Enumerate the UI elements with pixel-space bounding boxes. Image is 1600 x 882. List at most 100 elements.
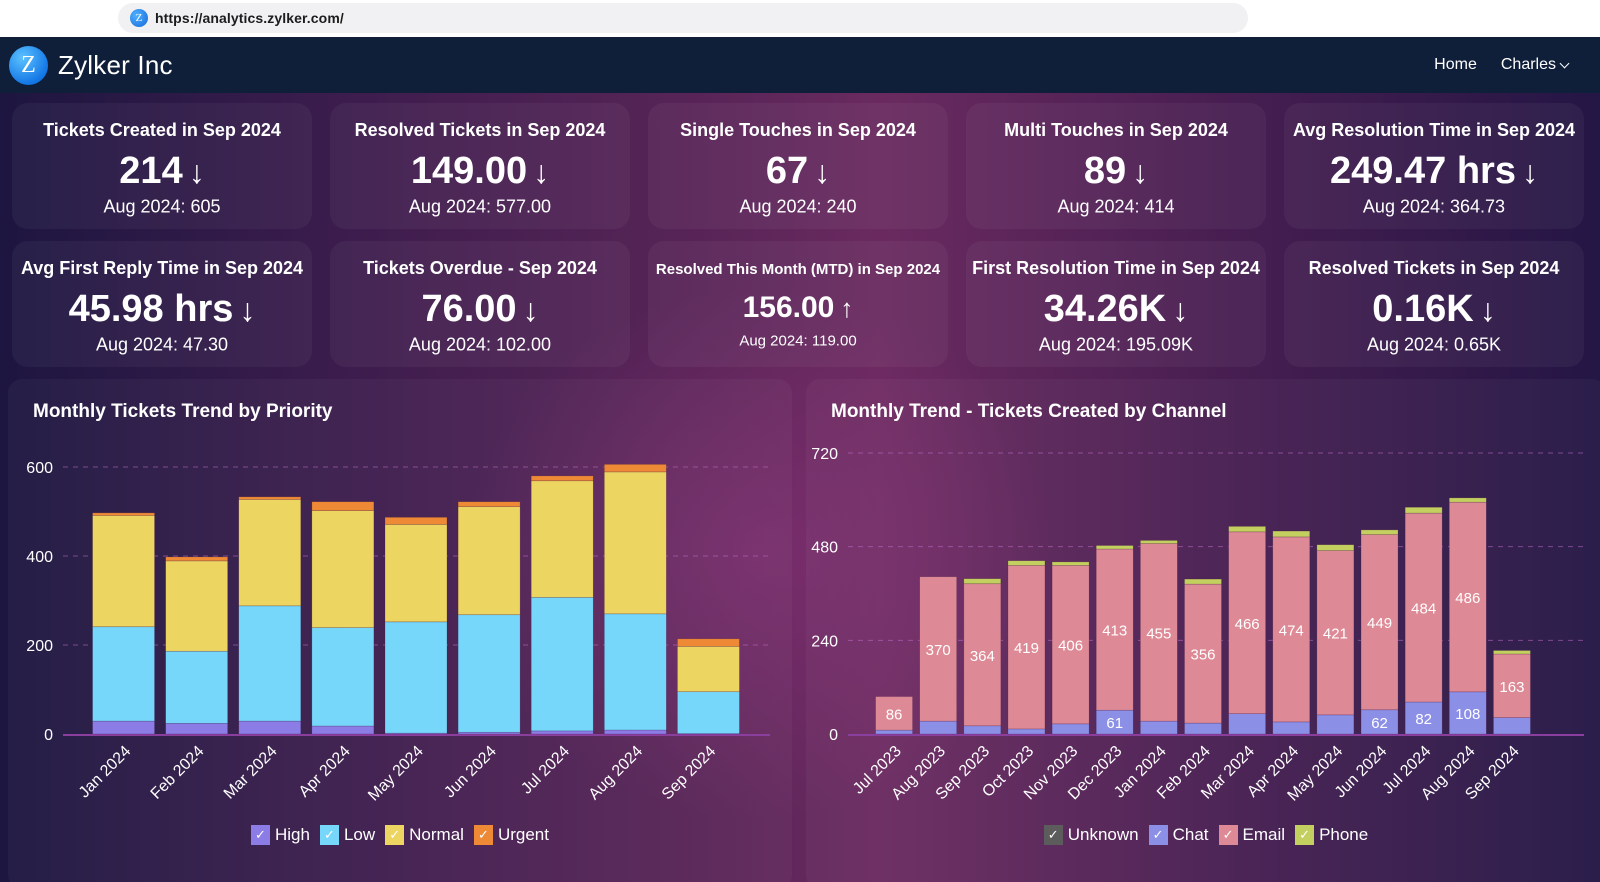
checkbox-checked-icon[interactable]: ✓ [385,825,405,845]
kpi-title: Resolved Tickets in Sep 2024 [1308,258,1560,278]
bar-segment-normal[interactable] [457,506,521,616]
bar-segment-low[interactable] [165,650,228,724]
bar-segment-phone[interactable] [1228,526,1266,533]
checkbox-checked-icon[interactable]: ✓ [1043,825,1063,845]
bar-segment-urgent[interactable] [677,638,740,647]
kpi-card-first-resolution-time[interactable]: First Resolution Time in Sep 2024 34.26K… [966,241,1266,367]
user-menu[interactable]: Charles [1501,56,1570,74]
bar-segment-low[interactable] [311,627,375,727]
bar-segment-chat[interactable] [1493,717,1531,735]
bar-segment-normal[interactable] [604,471,667,615]
legend-item-normal[interactable]: ✓ Normal [385,825,464,845]
arrow-down-icon: ↓ [1479,292,1496,328]
kpi-value: 67 ↓ [648,150,948,193]
bar-segment-phone[interactable] [1184,578,1222,585]
bar-segment-chat[interactable] [1272,721,1311,735]
bar-segment-normal[interactable] [311,510,375,628]
bar-segment-low[interactable] [677,691,740,734]
checkbox-checked-icon[interactable]: ✓ [1218,825,1238,845]
nav-home-link[interactable]: Home [1434,56,1477,74]
bar-segment-phone[interactable] [1493,650,1531,655]
kpi-card-resolved-tickets[interactable]: Resolved Tickets in Sep 2024 149.00 ↓ Aug… [330,103,630,229]
kpi-card-multi-touches[interactable]: Multi Touches in Sep 2024 89 ↓ Aug 2024: … [966,103,1266,229]
bar-segment-low[interactable] [384,621,448,734]
bar-segment-phone[interactable] [1316,544,1355,551]
checkbox-checked-icon[interactable]: ✓ [319,825,339,845]
legend-label: Urgent [497,825,549,844]
bar-segment-normal[interactable] [530,480,594,598]
bar-segment-urgent[interactable] [165,556,228,562]
kpi-card-single-touches[interactable]: Single Touches in Sep 2024 67 ↓ Aug 2024:… [648,103,948,229]
bar-segment-urgent[interactable] [238,496,302,500]
kpi-previous: Aug 2024: 240 [739,196,857,217]
bar-segment-normal[interactable] [238,499,302,607]
bar-segment-chat[interactable] [919,720,957,735]
checkbox-checked-icon[interactable]: ✓ [1148,825,1168,845]
bar-segment-low[interactable] [604,613,667,731]
kpi-value: 0.16K ↓ [1284,288,1584,331]
bar-segment-high[interactable] [92,720,155,735]
kpi-card-tickets-overdue[interactable]: Tickets Overdue - Sep 2024 76.00 ↓ Aug 20… [330,241,630,367]
checkbox-checked-icon[interactable]: ✓ [1295,825,1315,845]
bar-segment-urgent[interactable] [530,475,594,482]
bar-segment-low[interactable] [92,626,155,722]
bar-segment-chat[interactable] [875,729,913,735]
legend-item-high[interactable]: ✓ High [251,825,310,845]
checkbox-checked-icon[interactable]: ✓ [251,825,270,845]
bar-segment-phone[interactable] [1095,545,1134,550]
bar-segment-high[interactable] [604,729,667,735]
legend-item-chat[interactable]: ✓ Chat [1148,825,1209,845]
bar-segment-urgent[interactable] [604,464,667,473]
bar-segment-urgent[interactable] [384,516,448,525]
bar-segment-phone[interactable] [1404,506,1443,514]
bar-segment-urgent[interactable] [92,512,155,516]
legend-item-urgent[interactable]: ✓ Urgent [473,825,549,845]
bar-segment-high[interactable] [238,720,302,735]
bar-segment-chat[interactable] [1051,723,1090,735]
bar-segment-phone[interactable] [1448,497,1487,503]
kpi-card-avg-first-reply-time[interactable]: Avg First Reply Time in Sep 2024 45.98 h… [12,241,312,367]
kpi-previous: Aug 2024: 605 [103,196,221,217]
bar-segment-high[interactable] [530,730,594,735]
zylker-logo-icon[interactable]: Z [9,45,48,85]
bar-segment-chat[interactable] [1140,720,1178,735]
y-tick-label: 200 [26,638,53,655]
legend-item-phone[interactable]: ✓ Phone [1295,825,1368,845]
kpi-value-text: 249.47 hrs [1330,150,1516,192]
address-bar[interactable]: Z https://analytics.zylker.com/ [118,3,1248,33]
bar-segment-low[interactable] [238,605,302,722]
legend-item-low[interactable]: ✓ Low [319,825,375,845]
bar-segment-chat[interactable] [1184,722,1222,735]
bar-segment-phone[interactable] [1272,530,1311,538]
x-tick-label: Sep 2024 [659,743,720,804]
checkbox-checked-icon[interactable]: ✓ [473,825,493,845]
bar-segment-normal[interactable] [677,646,740,693]
bar-segment-phone[interactable] [1051,561,1090,566]
bar-segment-low[interactable] [530,597,594,732]
kpi-card-tickets-created[interactable]: Tickets Created in Sep 2024 214 ↓ Aug 202… [12,103,312,229]
bar-segment-phone[interactable] [1360,529,1399,535]
bar-segment-normal[interactable] [165,560,228,652]
bar-segment-normal[interactable] [92,515,155,628]
bar-segment-urgent[interactable] [457,501,521,507]
bar-segment-low[interactable] [457,614,521,733]
bar-segment-urgent[interactable] [311,501,375,511]
kpi-card-resolved-mtd[interactable]: Resolved This Month (MTD) in Sep 2024 15… [648,241,948,367]
bar-segment-high[interactable] [311,725,375,735]
kpi-card-avg-resolution-time[interactable]: Avg Resolution Time in Sep 2024 249.47 h… [1284,103,1584,229]
url-text[interactable]: https://analytics.zylker.com/ [155,10,344,26]
legend-item-unknown[interactable]: ✓ Unknown [1043,825,1139,845]
bar-segment-phone[interactable] [1140,540,1178,544]
bar-segment-chat[interactable] [1007,728,1046,735]
bar-segment-chat[interactable] [963,725,1002,735]
bar-segment-high[interactable] [165,723,228,735]
bar-segment-phone[interactable] [963,578,1002,585]
bar-segment-chat[interactable] [1316,714,1355,735]
y-tick-label: 240 [811,633,838,650]
bar-segment-phone[interactable] [1007,560,1046,566]
bar-segment-normal[interactable] [384,524,448,623]
kpi-card-resolved-tickets-k[interactable]: Resolved Tickets in Sep 2024 0.16K ↓ Aug … [1284,241,1584,367]
bar-segment-chat[interactable] [1228,713,1266,735]
priority-trend-panel: Monthly Tickets Trend by Priority 0 200 40… [8,379,792,882]
legend-item-email[interactable]: ✓ Email [1218,825,1285,845]
